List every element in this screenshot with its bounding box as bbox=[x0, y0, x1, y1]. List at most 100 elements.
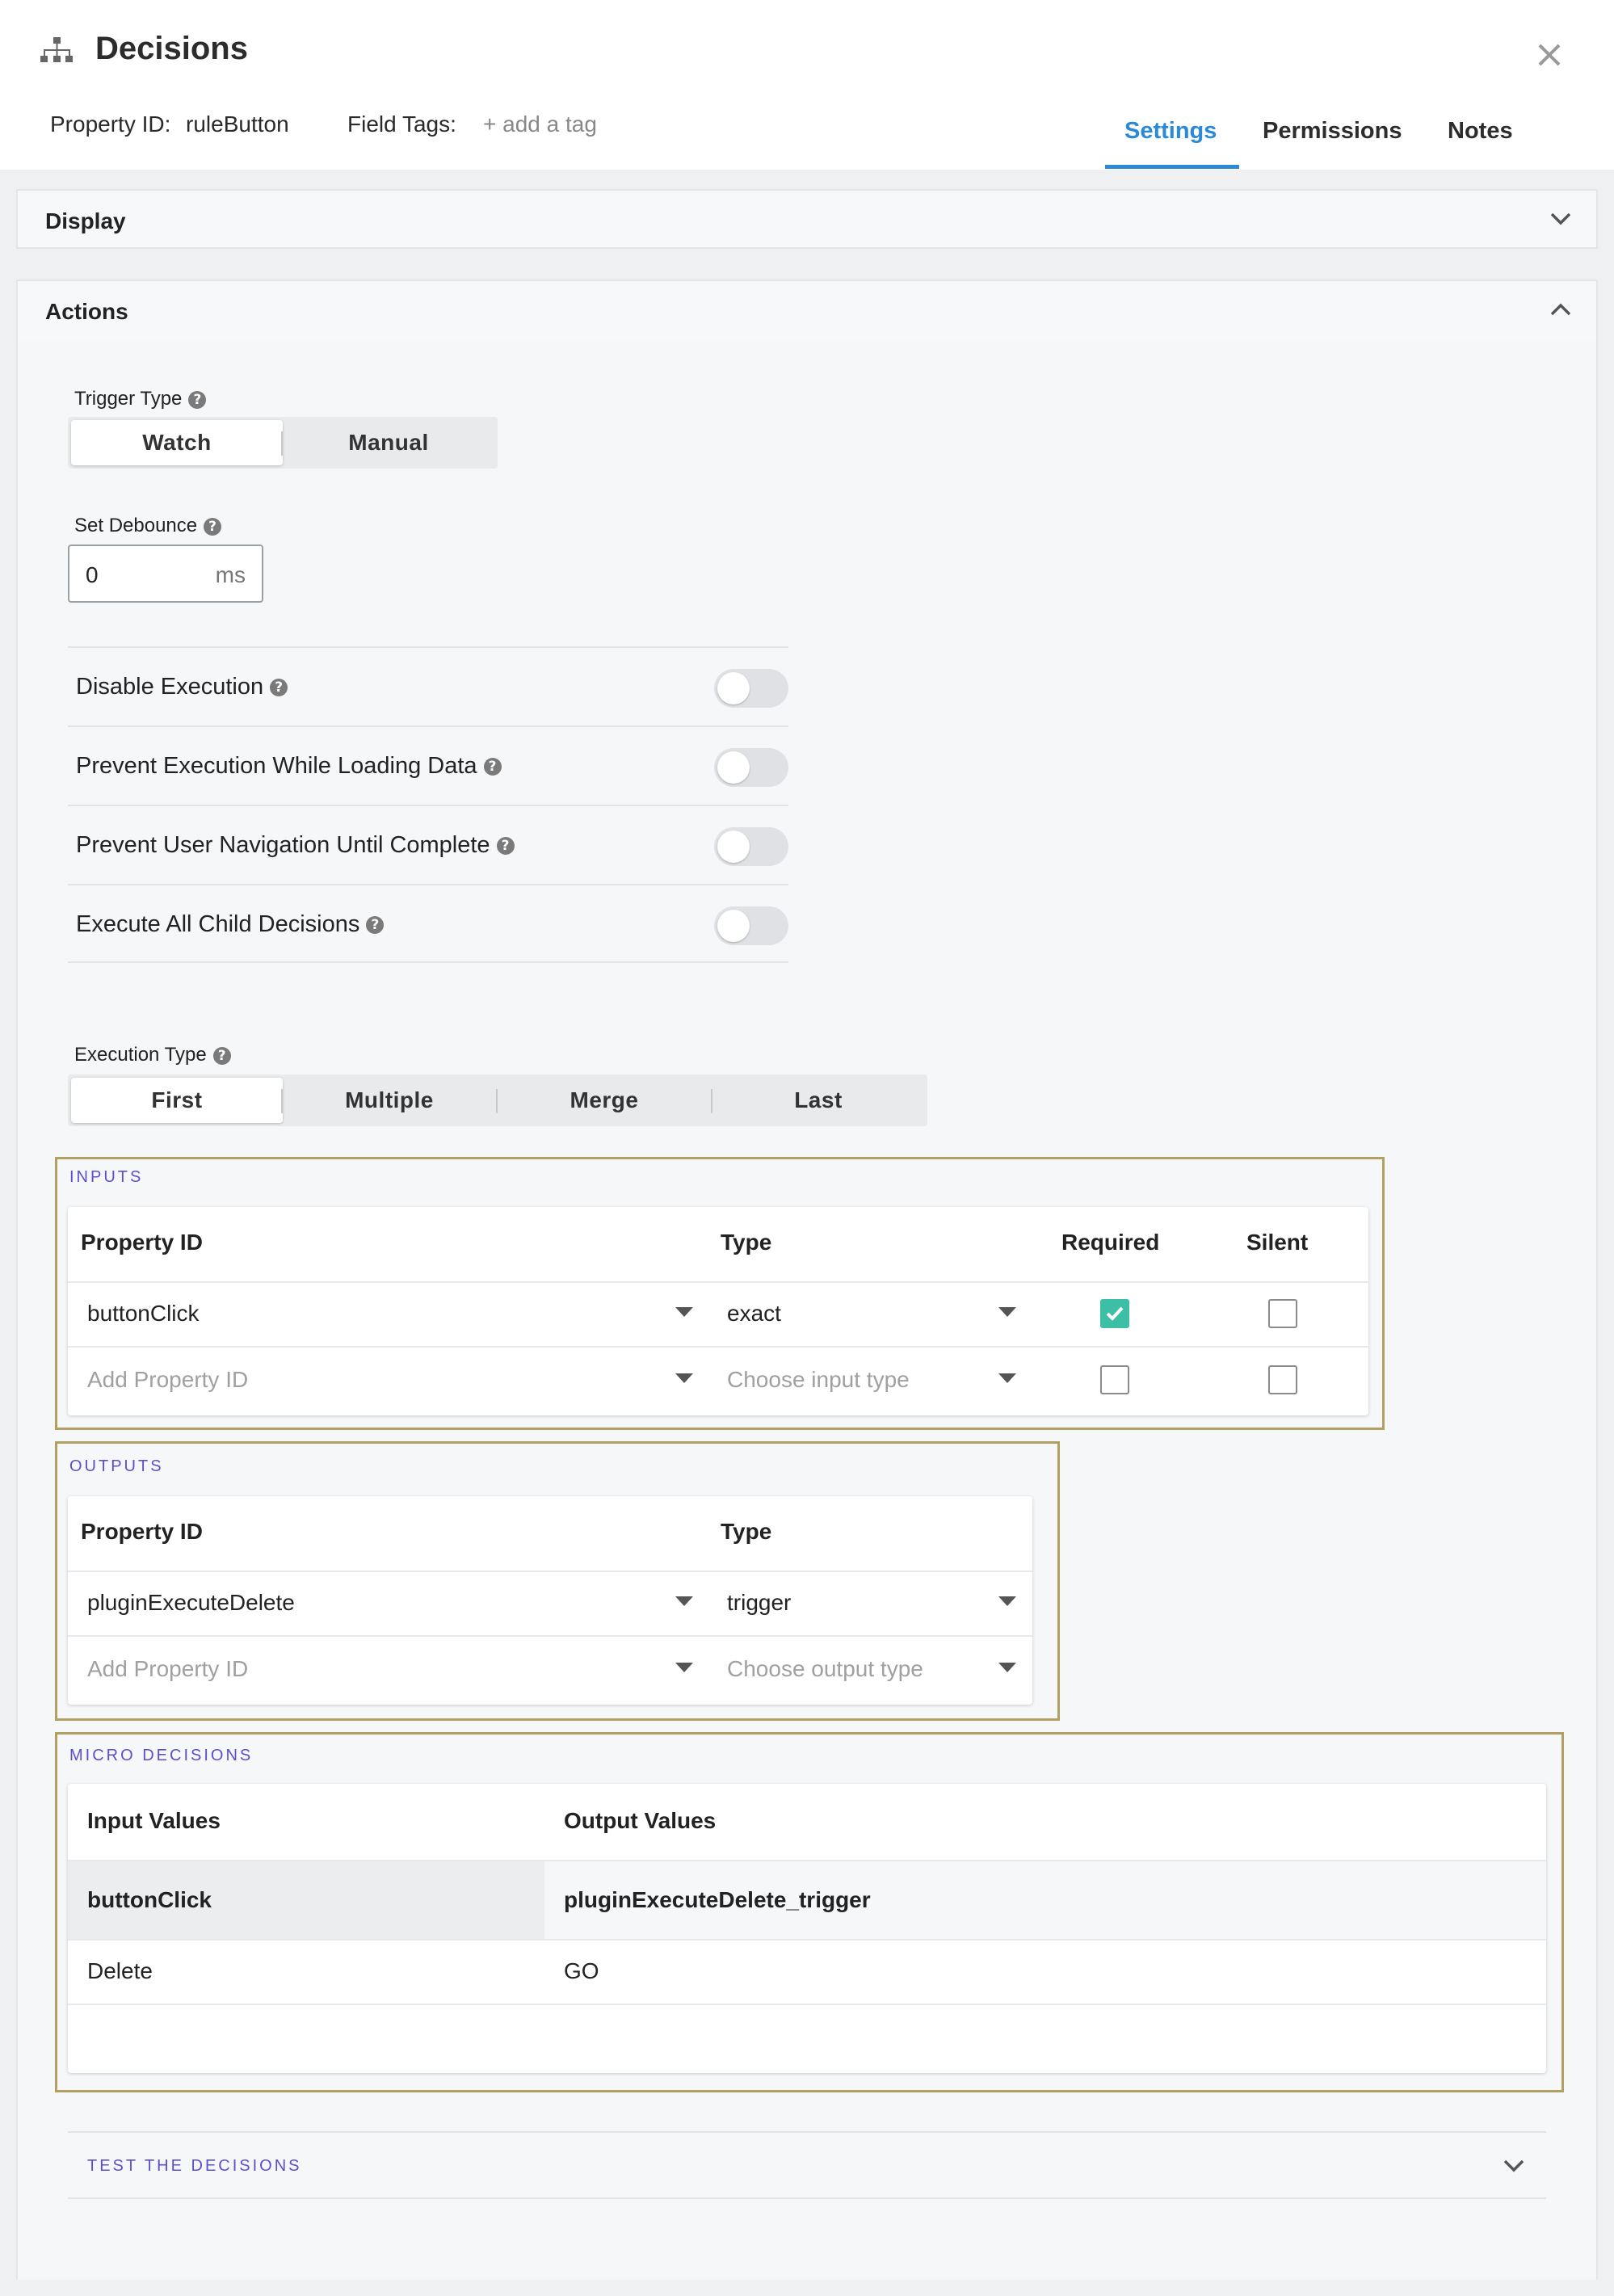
input-type-select[interactable]: exact bbox=[727, 1301, 781, 1327]
tab-settings[interactable]: Settings bbox=[1124, 118, 1217, 145]
toggle-label-text: Prevent Execution While Loading Data bbox=[76, 753, 477, 779]
column-header-property-id: Property ID bbox=[81, 1230, 203, 1255]
caret-down-icon[interactable] bbox=[675, 1596, 693, 1606]
add-property-id-select[interactable]: Add Property ID bbox=[87, 1367, 248, 1393]
caret-down-icon[interactable] bbox=[675, 1373, 693, 1383]
toggle-knob bbox=[717, 831, 750, 863]
test-decisions-panel[interactable]: TEST THE DECISIONS bbox=[68, 2131, 1546, 2199]
debounce-input[interactable]: 0 ms bbox=[68, 545, 263, 603]
debounce-label-text: Set Debounce bbox=[74, 515, 198, 536]
inputs-table: Property ID Type Required Silent buttonC… bbox=[68, 1207, 1368, 1415]
output-property-id-select[interactable]: pluginExecuteDelete bbox=[87, 1590, 295, 1616]
inputs-section-title: INPUTS bbox=[69, 1168, 144, 1186]
trigger-type-label-text: Trigger Type bbox=[74, 388, 183, 410]
execution-type-label: Execution Type? bbox=[74, 1044, 231, 1066]
caret-down-icon[interactable] bbox=[998, 1663, 1016, 1672]
toggle-label-text: Execute All Child Decisions bbox=[76, 911, 360, 937]
field-tags-label: Field Tags: bbox=[347, 111, 456, 137]
caret-down-icon[interactable] bbox=[998, 1307, 1016, 1317]
tab-permissions[interactable]: Permissions bbox=[1263, 118, 1402, 145]
execution-type-label-text: Execution Type bbox=[74, 1044, 207, 1066]
active-tab-indicator bbox=[1105, 165, 1239, 169]
micro-decision-input-cell[interactable]: Delete bbox=[87, 1958, 153, 1984]
output-type-select[interactable]: trigger bbox=[727, 1590, 791, 1616]
row-divider bbox=[68, 1346, 1368, 1348]
actions-panel-header[interactable]: Actions bbox=[16, 280, 1598, 343]
micro-decisions-table: Input Values Output Values buttonClick p… bbox=[68, 1784, 1546, 2073]
caret-down-icon[interactable] bbox=[998, 1373, 1016, 1383]
choose-input-type-select[interactable]: Choose input type bbox=[727, 1367, 910, 1393]
toggle-label-text: Prevent User Navigation Until Complete bbox=[76, 832, 490, 858]
trigger-type-label: Trigger Type? bbox=[74, 388, 207, 410]
toggle-row-prevent-navigation: Prevent User Navigation Until Complete? bbox=[68, 805, 788, 884]
trigger-watch-button[interactable]: Watch bbox=[71, 420, 283, 465]
sitemap-icon bbox=[40, 37, 73, 62]
caret-down-icon[interactable] bbox=[675, 1307, 693, 1317]
toggle-label-text: Disable Execution bbox=[76, 674, 264, 700]
micro-decision-output-cell[interactable]: GO bbox=[564, 1958, 599, 1984]
row-divider bbox=[68, 2004, 1546, 2005]
add-property-id-select[interactable]: Add Property ID bbox=[87, 1656, 248, 1682]
debounce-unit: ms bbox=[215, 562, 246, 587]
execution-last-button[interactable]: Last bbox=[712, 1078, 924, 1123]
choose-output-type-select[interactable]: Choose output type bbox=[727, 1656, 923, 1682]
close-icon[interactable] bbox=[1532, 37, 1567, 73]
execution-merge-button[interactable]: Merge bbox=[498, 1078, 711, 1123]
help-icon[interactable]: ? bbox=[270, 679, 288, 697]
display-panel-title: Display bbox=[45, 208, 126, 233]
column-header-type: Type bbox=[721, 1519, 772, 1544]
actions-panel-title: Actions bbox=[45, 299, 128, 324]
display-panel-header[interactable]: Display bbox=[16, 189, 1598, 249]
test-decisions-title: TEST THE DECISIONS bbox=[87, 2157, 302, 2175]
toggle-knob bbox=[717, 910, 750, 942]
row-divider bbox=[68, 1281, 1368, 1283]
chevron-down-icon bbox=[1550, 212, 1571, 225]
execute-child-decisions-toggle[interactable] bbox=[714, 906, 788, 945]
outputs-section-title: OUTPUTS bbox=[69, 1457, 164, 1475]
required-checkbox[interactable] bbox=[1100, 1299, 1129, 1328]
micro-decision-output-cell[interactable]: pluginExecuteDelete_trigger bbox=[564, 1887, 871, 1913]
toggle-knob bbox=[717, 672, 750, 704]
help-icon[interactable]: ? bbox=[366, 916, 385, 935]
trigger-manual-button[interactable]: Manual bbox=[283, 420, 494, 465]
prevent-navigation-toggle[interactable] bbox=[714, 827, 788, 866]
caret-down-icon[interactable] bbox=[998, 1596, 1016, 1606]
execution-first-button[interactable]: First bbox=[71, 1078, 283, 1123]
toggle-label: Disable Execution? bbox=[76, 674, 288, 700]
help-icon[interactable]: ? bbox=[212, 1046, 231, 1065]
column-header-type: Type bbox=[721, 1230, 772, 1255]
help-icon[interactable]: ? bbox=[204, 517, 222, 536]
add-tag-link[interactable]: + add a tag bbox=[483, 111, 597, 137]
check-icon bbox=[1106, 1306, 1124, 1321]
help-icon[interactable]: ? bbox=[496, 837, 515, 856]
caret-down-icon[interactable] bbox=[675, 1663, 693, 1672]
execution-type-toggle: First Multiple Merge Last bbox=[68, 1074, 927, 1126]
required-checkbox[interactable] bbox=[1100, 1365, 1129, 1394]
debounce-value[interactable]: 0 bbox=[86, 562, 99, 588]
input-property-id-select[interactable]: buttonClick bbox=[87, 1301, 200, 1327]
execution-multiple-button[interactable]: Multiple bbox=[283, 1078, 496, 1123]
column-header-output-values: Output Values bbox=[564, 1808, 717, 1833]
toggle-label: Execute All Child Decisions? bbox=[76, 911, 385, 938]
micro-decisions-section-title: MICRO DECISIONS bbox=[69, 1747, 254, 1764]
help-icon[interactable]: ? bbox=[483, 758, 502, 776]
toggle-knob bbox=[717, 751, 750, 784]
disable-execution-toggle[interactable] bbox=[714, 669, 788, 708]
prevent-execution-loading-toggle[interactable] bbox=[714, 748, 788, 787]
chevron-down-icon bbox=[1503, 2159, 1524, 2172]
page-title: Decisions bbox=[95, 31, 248, 66]
help-icon[interactable]: ? bbox=[188, 390, 207, 409]
silent-checkbox[interactable] bbox=[1268, 1299, 1297, 1328]
column-header-property-id: Property ID bbox=[81, 1519, 203, 1544]
column-header-silent: Silent bbox=[1246, 1230, 1309, 1255]
row-divider bbox=[68, 1939, 1546, 1941]
micro-decision-input-cell[interactable]: buttonClick bbox=[87, 1887, 212, 1913]
debounce-label: Set Debounce? bbox=[74, 515, 222, 537]
silent-checkbox[interactable] bbox=[1268, 1365, 1297, 1394]
toggle-row-disable-execution: Disable Execution? bbox=[68, 646, 788, 725]
row-divider bbox=[68, 1571, 1032, 1572]
toggle-row-child-decisions: Execute All Child Decisions? bbox=[68, 884, 788, 963]
tab-notes[interactable]: Notes bbox=[1448, 118, 1513, 145]
row-divider bbox=[68, 1635, 1032, 1637]
chevron-up-icon bbox=[1550, 303, 1571, 316]
